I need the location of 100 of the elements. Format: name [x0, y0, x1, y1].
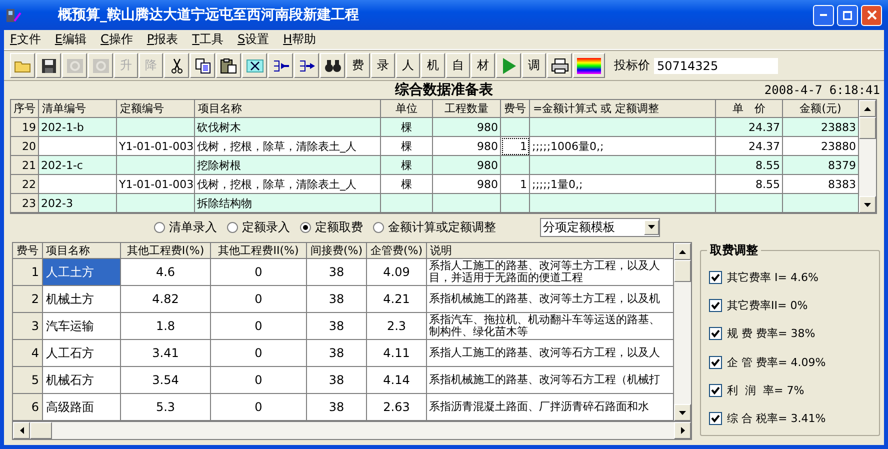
table-cell: 980: [433, 156, 501, 175]
toolbar-button[interactable]: 录: [371, 53, 395, 78]
panel-title: 取费调整: [707, 242, 761, 259]
down-arrow-icon: [864, 202, 871, 206]
table-cell[interactable]: 汽车运输: [43, 313, 121, 340]
toolbar-button[interactable]: [190, 53, 215, 78]
close-button[interactable]: [861, 4, 882, 26]
column-header: 项目名称: [195, 100, 381, 118]
checkbox-square[interactable]: [709, 412, 722, 426]
toolbar-button[interactable]: 费: [346, 53, 370, 78]
table-cell[interactable]: 机械土方: [43, 286, 121, 313]
fee-rate-checkbox[interactable]: 规 费 费率= 38%: [709, 326, 873, 342]
table-cell: 0: [211, 313, 307, 340]
copy-icon: [194, 58, 210, 74]
menu-item[interactable]: H帮助: [283, 31, 316, 48]
row-number: 19: [11, 118, 39, 137]
mode-radio-button[interactable]: 定额录入: [227, 218, 290, 236]
column-header: 序号: [11, 100, 39, 118]
table-cell: 1.8: [121, 313, 211, 340]
scroll-up-button[interactable]: [674, 243, 691, 260]
menu-item[interactable]: F文件: [10, 31, 41, 48]
toolbar-button[interactable]: [573, 53, 605, 78]
fee-rate-checkbox[interactable]: 利 润 率= 7%: [709, 382, 873, 398]
scroll-thumb[interactable]: [674, 260, 691, 282]
scroll-thumb[interactable]: [859, 117, 876, 139]
description-cell: 系指人工施工的路基、改河等土方工程，以及人 目，并适用于无路面的便道工程: [427, 259, 674, 286]
table-cell: Y1-01-01-003: [117, 137, 195, 156]
toolbar-button[interactable]: [216, 53, 241, 78]
toolbar-button[interactable]: [242, 53, 267, 78]
scroll-left-button[interactable]: [13, 422, 30, 439]
toolbar-button[interactable]: [36, 53, 61, 78]
scroll-down-button[interactable]: [674, 404, 691, 421]
fee-rate-checkbox[interactable]: 其它费率II= 0%: [709, 298, 873, 313]
checkbox-square[interactable]: [709, 270, 722, 284]
dropdown-arrow-icon: [648, 225, 655, 229]
checkbox-square[interactable]: [709, 356, 722, 369]
toolbar-button[interactable]: 自: [446, 53, 470, 78]
column-header: 单位: [381, 100, 433, 118]
checkbox-square[interactable]: [709, 384, 722, 397]
check-icon: [711, 272, 720, 282]
row-number: 1: [13, 259, 43, 286]
bid-price-field[interactable]: 50714325: [654, 58, 778, 74]
printer-icon: [550, 58, 568, 74]
insert-row-icon: [272, 58, 290, 74]
checkbox-square[interactable]: [709, 327, 722, 340]
table-cell: 4.6: [121, 259, 211, 286]
menu-item[interactable]: E编辑: [54, 31, 86, 48]
minimize-button[interactable]: [813, 4, 834, 26]
fee-rate-checkbox[interactable]: 其它费率 I= 4.6%: [709, 270, 873, 285]
mode-radio-button[interactable]: 金额计算或定额调整: [373, 218, 496, 236]
horizontal-scrollbar[interactable]: [13, 421, 691, 439]
vertical-scrollbar[interactable]: [859, 100, 876, 213]
description-cell: 系指汽车、拖拉机、机动翻斗车等运送的路基、 制构件、绿化苗木等: [427, 313, 674, 340]
checkbox-square[interactable]: [709, 298, 722, 312]
table-cell: 0: [211, 367, 307, 394]
table-cell: 38: [307, 259, 367, 286]
menu-item[interactable]: C操作: [100, 31, 133, 48]
maximize-button[interactable]: [837, 4, 858, 26]
toolbar-button[interactable]: 机: [421, 53, 445, 78]
scroll-right-button[interactable]: [674, 422, 691, 439]
toolbar-button[interactable]: 人: [396, 53, 420, 78]
clipboard-icon: [220, 58, 238, 74]
menu-item[interactable]: T工具: [192, 31, 224, 48]
table-cell[interactable]: 人工石方: [43, 340, 121, 367]
table-cell: 2.3: [367, 313, 427, 340]
mode-radio-button[interactable]: 定额取费: [300, 218, 363, 236]
fee-rate-checkbox[interactable]: 企 管 费率= 4.09%: [709, 354, 873, 370]
table-cell: 8.55: [716, 156, 783, 175]
fee-rate-checkbox[interactable]: 综 合 税率= 3.41%: [709, 411, 873, 426]
row-number: 23: [11, 194, 39, 213]
menu-item[interactable]: S设置: [237, 31, 270, 48]
row-number: 4: [13, 340, 43, 367]
toolbar-button[interactable]: 材: [471, 53, 495, 78]
mode-radio-button[interactable]: 清单录入: [154, 218, 217, 236]
table-cell: 1: [501, 137, 530, 156]
table-cell[interactable]: 高级路面: [43, 394, 121, 421]
table-cell: 0: [211, 340, 307, 367]
scroll-up-button[interactable]: [859, 100, 876, 117]
template-dropdown[interactable]: 分项定额模板: [540, 218, 660, 236]
table-cell: 24.37: [716, 137, 783, 156]
scroll-thumb[interactable]: [30, 422, 52, 439]
description-cell: 系指人工施工的路基、改河等石方工程，以及人: [427, 340, 674, 367]
toolbar-button[interactable]: [294, 53, 319, 78]
table-cell: 棵: [381, 137, 433, 156]
scroll-down-button[interactable]: [859, 196, 876, 213]
toolbar-button[interactable]: [547, 53, 572, 78]
toolbar-button[interactable]: [164, 53, 189, 78]
table-cell: 3.54: [121, 367, 211, 394]
toolbar-button[interactable]: [268, 53, 293, 78]
menu-item[interactable]: P报表: [146, 31, 178, 48]
toolbar-button[interactable]: 调: [522, 53, 546, 78]
toolbar-button[interactable]: [320, 53, 345, 78]
vertical-scrollbar[interactable]: [674, 243, 691, 421]
table-cell[interactable]: 人工土方: [43, 259, 121, 286]
table-cell: 4.11: [367, 340, 427, 367]
column-header: 定额编号: [117, 100, 195, 118]
column-header: 说明: [427, 243, 674, 259]
table-cell: 38: [307, 394, 367, 421]
table-cell[interactable]: 机械石方: [43, 367, 121, 394]
table-cell: 4.82: [121, 286, 211, 313]
